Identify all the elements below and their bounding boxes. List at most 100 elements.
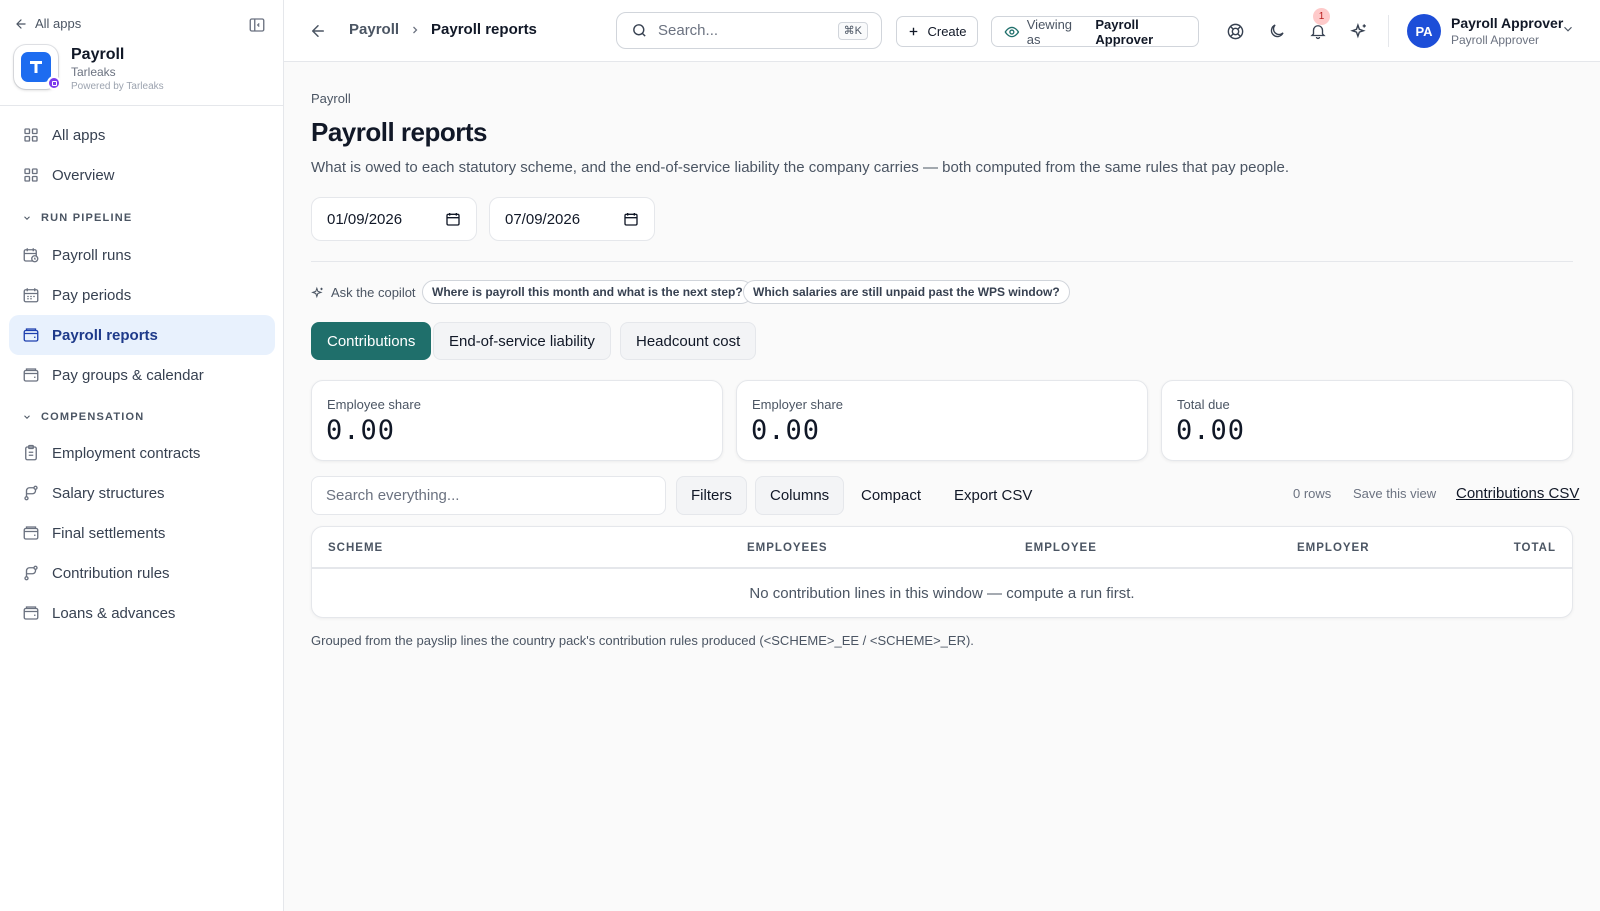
sidebar-item-pay-periods[interactable]: Pay periods	[9, 275, 275, 315]
sidebar-item-overview[interactable]: Overview	[9, 155, 275, 195]
sidebar-item-label: Loans & advances	[52, 604, 176, 622]
app-name: Payroll	[71, 46, 125, 63]
sidebar: All apps Payroll Tarleaks Powered by Tar…	[0, 0, 284, 911]
rows-count: 0 rows	[1293, 486, 1332, 501]
date-to-value: 07/09/2026	[505, 210, 581, 228]
tab-contributions[interactable]: Contributions	[311, 322, 432, 360]
grid-icon	[24, 128, 38, 142]
search-shortcut-badge: ⌘K	[837, 22, 868, 40]
table-search-input[interactable]: Search everything...	[311, 476, 666, 515]
notification-count-badge: 1	[1313, 8, 1330, 25]
sidebar-item-contribution-rules[interactable]: Contribution rules	[9, 553, 275, 593]
nav-section-label: COMPENSATION	[41, 411, 145, 423]
column-header-total[interactable]: TOTAL	[1514, 542, 1556, 554]
avatar[interactable]: PA	[1407, 14, 1441, 48]
sparkles-icon	[1349, 22, 1366, 38]
help-button[interactable]	[1223, 19, 1247, 43]
tab-headcount-cost[interactable]: Headcount cost	[620, 322, 757, 360]
wallet-icon	[23, 328, 39, 342]
tab-end-of-service-liability[interactable]: End-of-service liability	[433, 322, 611, 360]
kpi-label: Employee share	[327, 397, 421, 412]
calendar-icon[interactable]	[445, 211, 461, 227]
contributions-csv-link[interactable]: Contributions CSV	[1456, 485, 1579, 502]
sidebar-item-label: Pay periods	[52, 286, 132, 304]
column-header-employees[interactable]: EMPLOYEES	[747, 542, 828, 554]
kpi-value: 0.00	[1176, 415, 1246, 446]
sidebar-item-pay-groups[interactable]: Pay groups & calendar	[9, 355, 275, 395]
sidebar-item-loans-advances[interactable]: Loans & advances	[9, 593, 275, 633]
sidebar-item-label: Payroll reports	[52, 326, 158, 344]
kpi-card-employer-share: Employer share 0.00	[736, 380, 1148, 461]
column-header-employee[interactable]: EMPLOYEE	[1025, 542, 1097, 554]
ai-copilot-button[interactable]	[1347, 19, 1371, 43]
dark-mode-toggle[interactable]	[1265, 19, 1289, 43]
moon-icon	[1270, 24, 1284, 38]
all-apps-back-link[interactable]: All apps	[14, 16, 81, 31]
user-name: Payroll Approver	[1451, 15, 1564, 31]
kpi-card-total-due: Total due 0.00	[1161, 380, 1573, 461]
wallet-icon	[23, 606, 39, 620]
sidebar-item-payroll-runs[interactable]: Payroll runs	[9, 235, 275, 275]
calendar-clock-icon	[23, 248, 39, 263]
save-view-button[interactable]: Save this view	[1353, 486, 1436, 501]
column-header-scheme[interactable]: SCHEME	[328, 542, 383, 554]
column-header-employer[interactable]: EMPLOYER	[1297, 542, 1370, 554]
sidebar-item-final-settlements[interactable]: Final settlements	[9, 513, 275, 553]
create-button-label: Create	[927, 24, 967, 39]
arrow-left-icon	[312, 25, 324, 37]
table-search-placeholder: Search everything...	[326, 487, 460, 504]
search-icon	[633, 24, 646, 37]
kpi-value: 0.00	[751, 415, 821, 446]
global-search-placeholder: Search...	[658, 22, 719, 39]
compact-toggle[interactable]: Compact	[847, 476, 935, 515]
chevron-down-icon	[24, 415, 30, 419]
back-button[interactable]	[306, 19, 330, 43]
sidebar-item-label: All apps	[52, 126, 106, 144]
filters-button[interactable]: Filters	[676, 476, 747, 515]
all-apps-back-label: All apps	[35, 16, 82, 31]
bell-icon	[1310, 25, 1326, 40]
viewing-as-switcher[interactable]: Viewing as Payroll Approver	[991, 16, 1199, 47]
clipboard-icon	[25, 444, 37, 461]
sidebar-item-salary-structures[interactable]: Salary structures	[9, 473, 275, 513]
wallet-icon	[23, 368, 39, 382]
grid-icon	[24, 168, 38, 182]
calendar-icon[interactable]	[623, 211, 639, 227]
create-button[interactable]: Create	[896, 16, 978, 47]
table-empty-message: No contribution lines in this window — c…	[749, 585, 1135, 602]
collapse-sidebar-button[interactable]	[246, 14, 268, 36]
main-content: Payroll Payroll reports What is owed to …	[284, 62, 1600, 911]
plus-icon	[910, 27, 918, 36]
chevron-right-icon	[413, 26, 418, 33]
columns-button[interactable]: Columns	[755, 476, 845, 515]
app-org: Tarleaks	[71, 65, 116, 79]
tarleaks-logo-icon	[30, 61, 42, 73]
date-from-input[interactable]: 01/09/2026	[311, 197, 477, 241]
sparkles-icon	[311, 286, 323, 298]
date-to-input[interactable]: 07/09/2026	[489, 197, 655, 241]
eye-icon	[1004, 26, 1020, 37]
sidebar-item-label: Salary structures	[52, 484, 165, 502]
sidebar-item-payroll-reports[interactable]: Payroll reports	[9, 315, 275, 355]
app-powered-by: Powered by Tarleaks	[71, 81, 164, 92]
viewing-as-role: Payroll Approver	[1095, 16, 1154, 47]
breadcrumb-parent[interactable]: Payroll	[349, 21, 399, 38]
viewing-as-label: Viewing as	[1026, 16, 1073, 47]
breadcrumb: Payroll Payroll reports	[349, 21, 537, 38]
copilot-suggestion-chip[interactable]: Where is payroll this month and what is …	[422, 280, 753, 304]
sidebar-item-employment-contracts[interactable]: Employment contracts	[9, 433, 275, 473]
copilot-label: Ask the copilot	[311, 285, 416, 300]
export-csv-button[interactable]: Export CSV	[940, 476, 1046, 515]
global-search-input[interactable]: Search... ⌘K	[616, 12, 882, 49]
calendar-icon	[23, 288, 39, 303]
nav-section-run-pipeline[interactable]: RUN PIPELINE	[22, 212, 132, 224]
app-badge-icon	[47, 76, 61, 90]
user-menu-button[interactable]	[1561, 22, 1575, 36]
copilot-suggestion-chip[interactable]: Which salaries are still unpaid past the…	[743, 280, 1070, 304]
kpi-label: Total due	[1177, 397, 1230, 412]
sidebar-header: All apps Payroll Tarleaks Powered by Tar…	[0, 0, 283, 106]
sidebar-item-all-apps[interactable]: All apps	[9, 115, 275, 155]
nav-section-compensation[interactable]: COMPENSATION	[22, 411, 144, 423]
chevron-down-icon	[1564, 26, 1572, 32]
topbar: Payroll Payroll reports Search... ⌘K Cre…	[284, 0, 1600, 62]
